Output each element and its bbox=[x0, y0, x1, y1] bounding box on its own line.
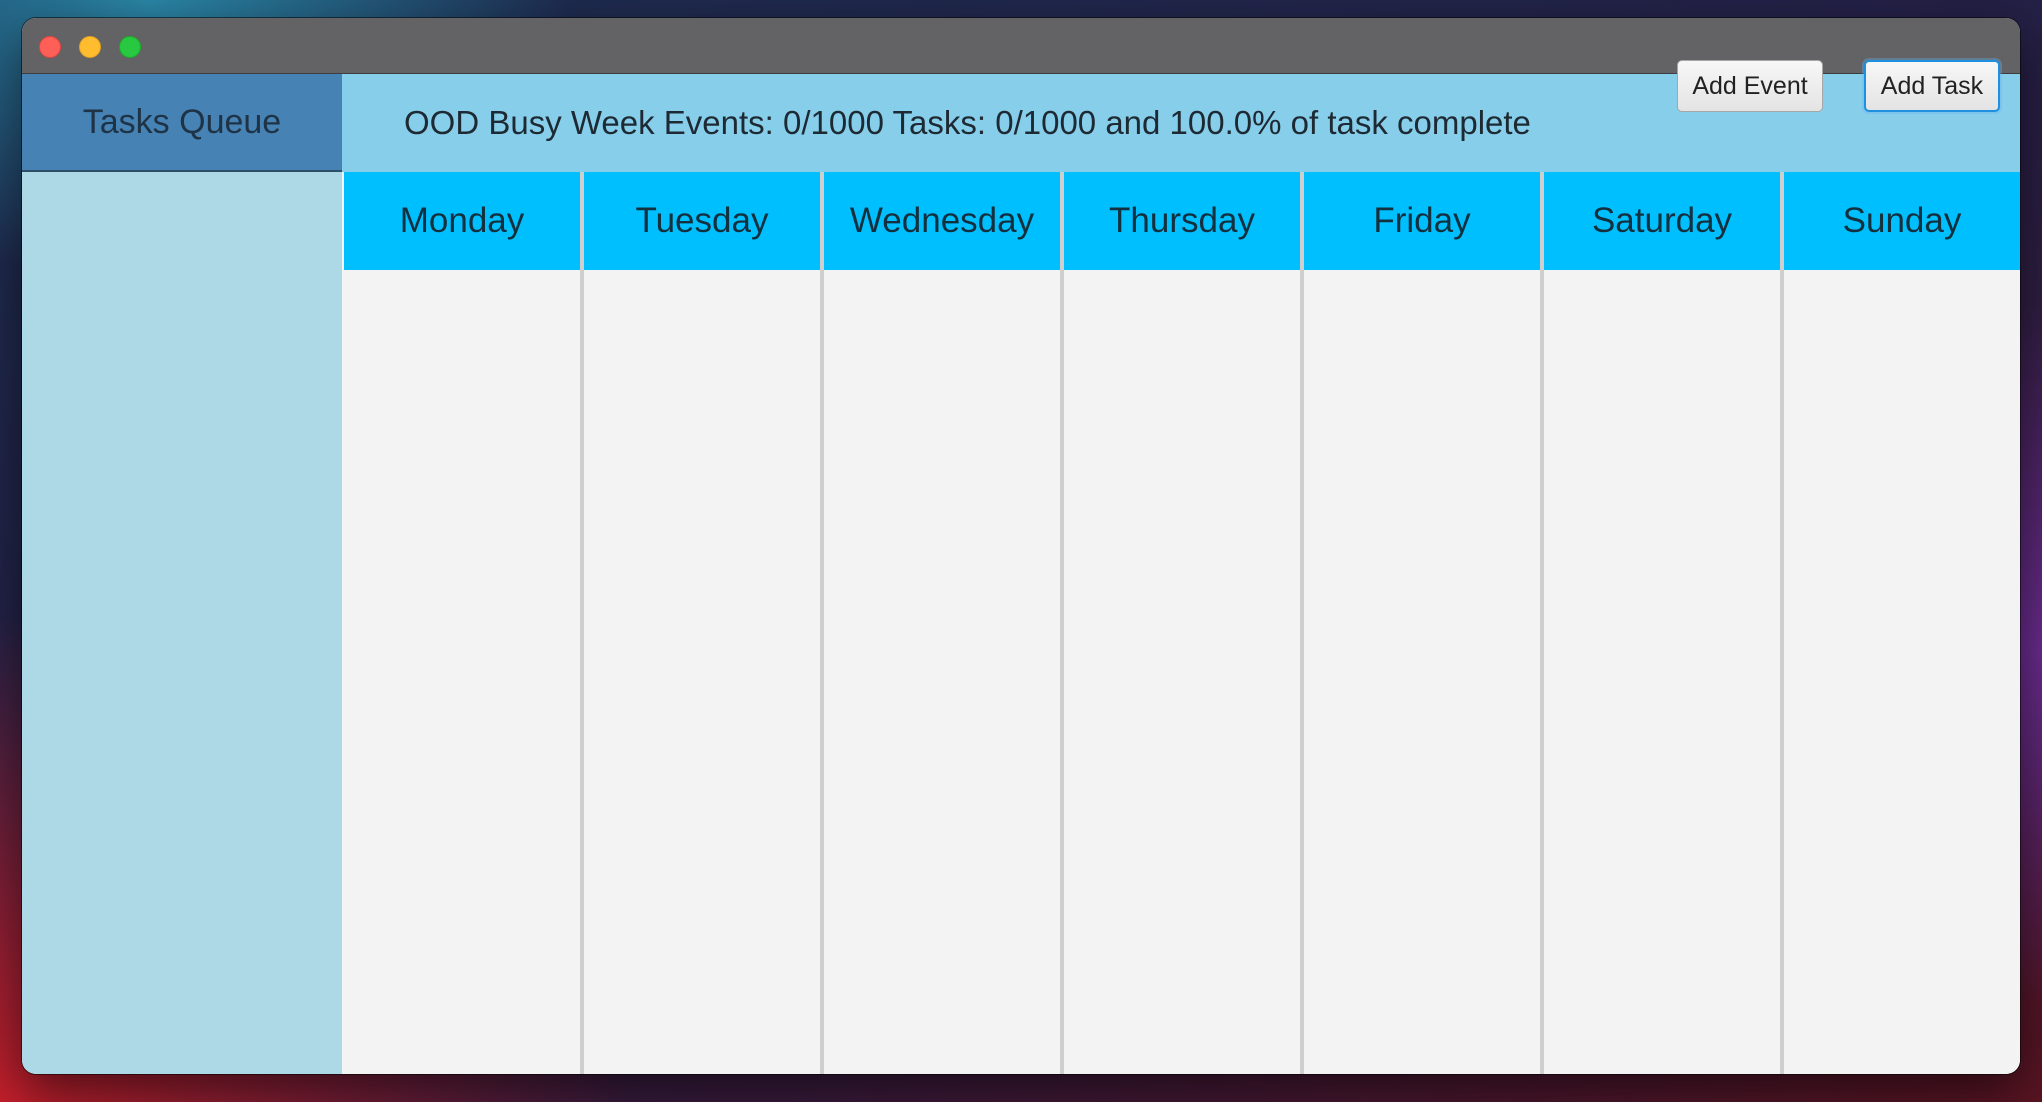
day-body[interactable] bbox=[1304, 270, 1540, 1074]
day-column-sunday: Sunday bbox=[1784, 172, 2020, 1074]
day-body[interactable] bbox=[1784, 270, 2020, 1074]
close-window-button[interactable] bbox=[39, 36, 61, 58]
day-column-monday: Monday bbox=[344, 172, 584, 1074]
day-body[interactable] bbox=[1064, 270, 1300, 1074]
top-bar: OOD Busy Week Events: 0/1000 Tasks: 0/10… bbox=[342, 60, 2020, 172]
sidebar-title: Tasks Queue bbox=[82, 102, 282, 141]
day-header: Monday bbox=[344, 172, 580, 270]
day-column-tuesday: Tuesday bbox=[584, 172, 824, 1074]
tasks-queue-sidebar: Tasks Queue bbox=[22, 74, 342, 1074]
week-columns: Monday Tuesday Wednesday Thursday Friday… bbox=[344, 172, 2020, 1074]
day-body[interactable] bbox=[344, 270, 580, 1074]
day-column-wednesday: Wednesday bbox=[824, 172, 1064, 1074]
day-column-saturday: Saturday bbox=[1544, 172, 1784, 1074]
minimize-window-button[interactable] bbox=[79, 36, 101, 58]
day-column-thursday: Thursday bbox=[1064, 172, 1304, 1074]
day-column-friday: Friday bbox=[1304, 172, 1544, 1074]
zoom-window-button[interactable] bbox=[119, 36, 141, 58]
day-header: Sunday bbox=[1784, 172, 2020, 270]
day-body[interactable] bbox=[1544, 270, 1780, 1074]
add-task-button[interactable]: Add Task bbox=[1864, 60, 2000, 112]
day-header: Tuesday bbox=[584, 172, 820, 270]
day-body[interactable] bbox=[584, 270, 820, 1074]
day-header: Thursday bbox=[1064, 172, 1300, 270]
day-header: Wednesday bbox=[824, 172, 1060, 270]
add-event-button[interactable]: Add Event bbox=[1677, 60, 1823, 112]
day-body[interactable] bbox=[824, 270, 1060, 1074]
sidebar-header: Tasks Queue bbox=[22, 74, 342, 172]
day-header: Friday bbox=[1304, 172, 1540, 270]
day-header: Saturday bbox=[1544, 172, 1780, 270]
week-summary: OOD Busy Week Events: 0/1000 Tasks: 0/10… bbox=[404, 104, 1531, 141]
app-window: Tasks Queue OOD Busy Week Events: 0/1000… bbox=[22, 18, 2020, 1074]
